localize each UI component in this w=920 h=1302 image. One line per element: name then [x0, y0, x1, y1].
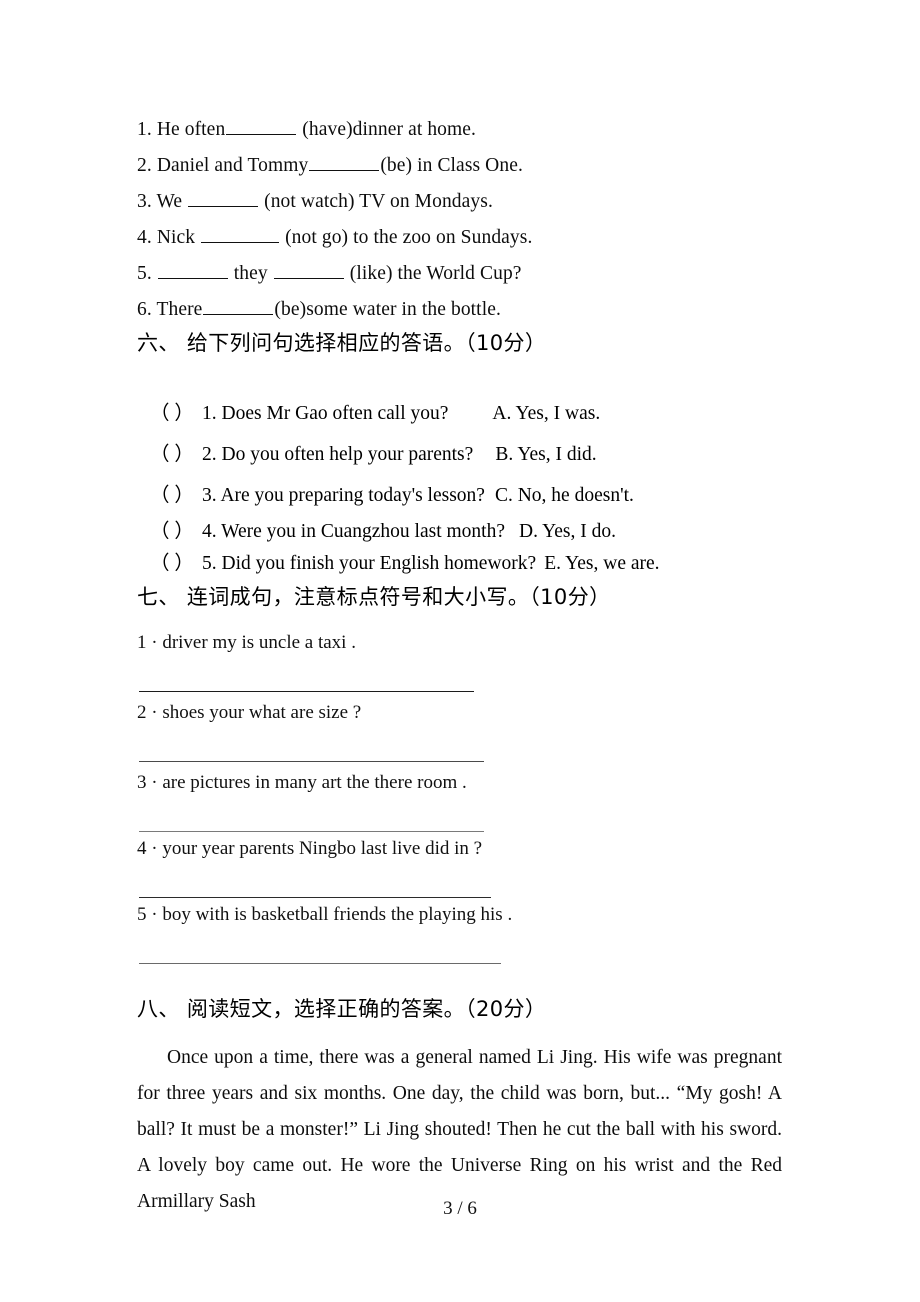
matching-row: （ ） 2. Do you often help your parents? B. … [150, 434, 870, 475]
item-number: 6. [137, 299, 152, 320]
word-order-prompt: 4 · your year parents Ningbo last live d… [137, 838, 483, 859]
passage-text: Once upon a time, there was a general na… [137, 1047, 782, 1212]
item-text-after: (be) in Class One. [380, 155, 523, 176]
word-order-prompt: 1 · driver my is uncle a taxi . [137, 632, 356, 653]
matching-answer-option: A. Yes, I was. [492, 403, 601, 424]
item-number: 2. [137, 155, 152, 176]
item-text-before: There [156, 299, 203, 320]
page-number: 3 / 6 [443, 1198, 477, 1219]
matching-question: 2. Do you often help your parents? [202, 444, 474, 465]
answer-bracket[interactable]: （ ） [150, 548, 202, 580]
word-order-section: 1 · driver my is uncle a taxi . 2 · shoe… [137, 628, 857, 964]
item-text-before: Nick [156, 227, 201, 248]
fill-in-item: 4. Nick (not go) to the zoo on Sundays. [137, 220, 837, 256]
fill-in-the-blank-section: 1. He often (have)dinner at home. 2. Dan… [137, 112, 837, 328]
answer-line[interactable] [137, 742, 857, 762]
word-order-item: 1 · driver my is uncle a taxi . [137, 628, 857, 692]
word-order-item: 4 · your year parents Ningbo last live d… [137, 834, 857, 899]
word-order-prompt: 5 · boy with is basketball friends the p… [137, 904, 513, 925]
exam-page: 1. He often (have)dinner at home. 2. Dan… [0, 0, 920, 1302]
item-text-after: (like) the World Cup? [344, 263, 522, 284]
item-number: 3. [137, 191, 152, 212]
item-text-before: Daniel and Tommy [156, 155, 309, 176]
answer-blank[interactable] [188, 188, 259, 207]
answer-line[interactable] [137, 672, 857, 692]
item-number: 5. [137, 263, 152, 284]
matching-section: （ ） 1. Does Mr Gao often call you? A. Yes,… [150, 393, 870, 580]
answer-blank[interactable] [309, 152, 380, 171]
answer-blank[interactable] [203, 296, 274, 315]
item-number: 4. [137, 227, 152, 248]
answer-bracket[interactable]: （ ） [150, 434, 202, 475]
section-seven-heading: 七、 连词成句，注意标点符号和大小写。（10分） [137, 585, 611, 609]
matching-row: （ ） 5. Did you finish your English homewo… [150, 548, 870, 580]
answer-blank[interactable] [226, 116, 297, 135]
word-order-item: 3 · are pictures in many art the there r… [137, 768, 857, 832]
matching-row: （ ） 4. Were you in Cuangzhou last month? D… [150, 516, 870, 548]
fill-in-item: 3. We (not watch) TV on Mondays. [137, 184, 837, 220]
section-eight-heading: 八、 阅读短文，选择正确的答案。（20分） [137, 997, 547, 1021]
item-text-before: He often [156, 119, 226, 140]
fill-in-item: 1. He often (have)dinner at home. [137, 112, 837, 148]
matching-answer-option: B. Yes, I did. [495, 444, 597, 465]
matching-answer-option: C. No, he doesn't. [494, 485, 634, 506]
answer-bracket[interactable]: （ ） [150, 393, 202, 434]
answer-line[interactable] [137, 878, 857, 899]
answer-bracket[interactable]: （ ） [150, 475, 202, 516]
matching-row: （ ） 3. Are you preparing today's lesson? C… [150, 475, 870, 516]
matching-answer-option: E. Yes, we are. [544, 553, 660, 574]
item-text-middle: they [228, 263, 273, 284]
answer-line[interactable] [137, 944, 857, 964]
word-order-prompt: 3 · are pictures in many art the there r… [137, 772, 467, 793]
item-text-before: We [156, 191, 188, 212]
answer-bracket[interactable]: （ ） [150, 516, 202, 548]
answer-blank[interactable] [273, 260, 344, 279]
matching-question: 3. Are you preparing today's lesson? [202, 485, 485, 506]
fill-in-item: 5. they (like) the World Cup? [137, 256, 837, 292]
reading-passage: Once upon a time, there was a general na… [137, 1040, 782, 1220]
answer-blank[interactable] [157, 260, 228, 279]
matching-question: 1. Does Mr Gao often call you? [202, 403, 449, 424]
matching-row: （ ） 1. Does Mr Gao often call you? A. Yes,… [150, 393, 870, 434]
item-text-after: (have)dinner at home. [302, 119, 477, 140]
item-text-after: (be)some water in the bottle. [274, 299, 501, 320]
word-order-item: 2 · shoes your what are size ? [137, 698, 857, 762]
item-text-after: (not go) to the zoo on Sundays. [280, 227, 533, 248]
section-six-heading: 六、 给下列问句选择相应的答语。（10分） [137, 331, 547, 355]
word-order-prompt: 2 · shoes your what are size ? [137, 702, 362, 723]
answer-line[interactable] [137, 812, 857, 832]
word-order-item: 5 · boy with is basketball friends the p… [137, 900, 857, 964]
item-number: 1. [137, 119, 152, 140]
fill-in-item: 6. There (be)some water in the bottle. [137, 292, 837, 328]
answer-blank[interactable] [201, 224, 280, 243]
matching-answer-option: D. Yes, I do. [518, 521, 616, 542]
fill-in-item: 2. Daniel and Tommy (be) in Class One. [137, 148, 837, 184]
matching-question: 4. Were you in Cuangzhou last month? [202, 521, 505, 542]
item-text-after: (not watch) TV on Mondays. [259, 191, 493, 212]
matching-question: 5. Did you finish your English homework? [202, 553, 537, 574]
